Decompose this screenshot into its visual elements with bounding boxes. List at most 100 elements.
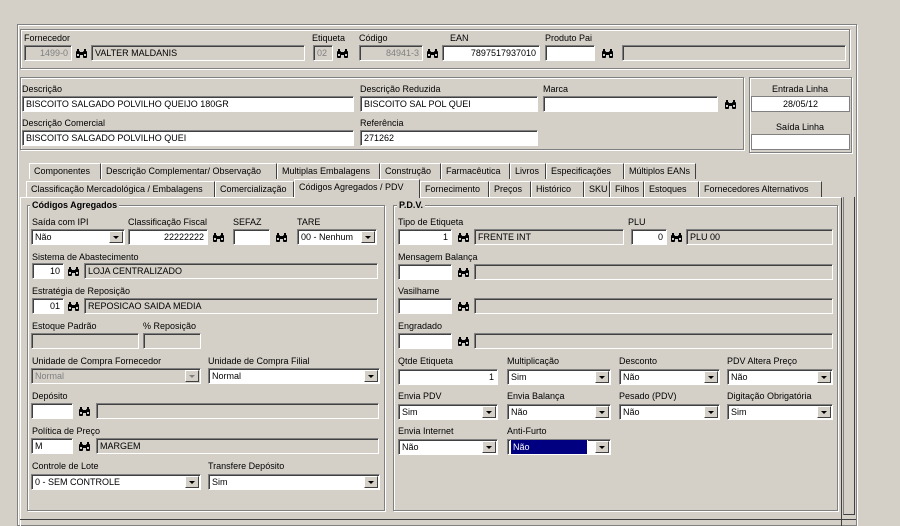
envia-internet-label: Envia Internet: [398, 426, 454, 436]
tab-sku[interactable]: SKU: [584, 181, 610, 197]
tare-label: TARE: [297, 217, 321, 227]
qtde-etiqueta-field[interactable]: 1: [398, 369, 498, 385]
sistema-abastecimento-code-field[interactable]: 10: [32, 263, 64, 279]
tab-multiplos-eans[interactable]: Múltiplos EANs: [624, 163, 696, 179]
chevron-down-icon[interactable]: [364, 476, 378, 488]
classificacao-fiscal-search-button[interactable]: [210, 229, 226, 245]
controle-lote-select[interactable]: 0 - SEM CONTROLE: [31, 474, 201, 490]
classificacao-fiscal-field[interactable]: 22222222: [128, 229, 208, 245]
chevron-down-icon[interactable]: [185, 476, 199, 488]
descricao-reduzida-field[interactable]: BISCOITO SAL POL QUEI: [360, 96, 538, 112]
tab-descricao-complementar-observacao[interactable]: Descrição Complementar/ Observação: [101, 163, 277, 179]
engradado-label: Engradado: [398, 321, 443, 331]
etiqueta-search-button[interactable]: [334, 45, 350, 61]
produto-pai-search-button[interactable]: [599, 45, 615, 61]
politica-preco-search-button[interactable]: [76, 438, 92, 454]
tipo-etiqueta-code-field[interactable]: 1: [398, 229, 452, 245]
chevron-down-icon[interactable]: [482, 441, 496, 453]
tab-filhos[interactable]: Filhos: [610, 181, 644, 197]
controle-lote-value: 0 - SEM CONTROLE: [35, 477, 121, 487]
tab-construcao[interactable]: Construção: [380, 163, 441, 179]
descricao-field[interactable]: BISCOITO SALGADO POLVILHO QUEIJO 180GR: [22, 96, 354, 112]
engradado-search-button[interactable]: [455, 333, 471, 349]
tab-page-scrollbar[interactable]: [843, 197, 855, 515]
tab-componentes[interactable]: Componentes: [29, 163, 101, 179]
desconto-select[interactable]: Não: [619, 369, 720, 385]
tab-farmaceutica[interactable]: Farmacêutica: [441, 163, 510, 179]
tare-select[interactable]: 00 - Nenhum: [297, 229, 377, 245]
etiqueta-field[interactable]: 02: [313, 45, 333, 61]
envia-internet-select[interactable]: Não: [398, 439, 498, 455]
estrategia-reposicao-search-button[interactable]: [65, 298, 81, 314]
vasilhame-code-field[interactable]: [398, 298, 452, 314]
produto-pai-field[interactable]: [545, 45, 595, 61]
ean-field[interactable]: 7897517937010: [442, 45, 540, 61]
plu-search-button[interactable]: [668, 229, 684, 245]
binoculars-icon: [457, 336, 470, 347]
unidade-compra-filial-select[interactable]: Normal: [208, 368, 380, 384]
descricao-comercial-field[interactable]: BISCOITO SALGADO POLVILHO QUEI: [22, 130, 354, 146]
estoque-padrao-label: Estoque Padrão: [32, 321, 97, 331]
chevron-down-icon[interactable]: [595, 441, 609, 453]
tab-codigos-agregados-pdv[interactable]: Códigos Agregados / PDV: [294, 179, 420, 198]
sefaz-field[interactable]: [233, 229, 270, 245]
chevron-down-icon[interactable]: [109, 231, 123, 243]
tab-fornecimento[interactable]: Fornecimento: [420, 181, 489, 197]
pct-reposicao-field[interactable]: [143, 333, 201, 349]
tipo-etiqueta-search-button[interactable]: [455, 229, 471, 245]
chevron-down-icon[interactable]: [704, 371, 718, 383]
tab-comercializacao[interactable]: Comercialização: [215, 181, 294, 197]
tab-livros[interactable]: Livros: [510, 163, 546, 179]
politica-preco-code-field[interactable]: M: [31, 438, 73, 454]
deposito-code-field[interactable]: [31, 403, 73, 419]
envia-balanca-select[interactable]: Não: [507, 404, 611, 420]
marca-search-button[interactable]: [722, 96, 738, 112]
tab-estoques[interactable]: Estoques: [644, 181, 699, 197]
binoculars-icon: [457, 232, 470, 243]
chevron-down-icon[interactable]: [361, 231, 375, 243]
marca-label: Marca: [543, 84, 569, 94]
engradado-code-field[interactable]: [398, 333, 452, 349]
chevron-down-icon[interactable]: [185, 370, 199, 382]
tab-classificacao-mercadologica-embalagens[interactable]: Classificação Mercadológica / Embalagens: [26, 181, 215, 197]
digitacao-obrigatoria-select[interactable]: Sim: [727, 404, 833, 420]
codigo-field[interactable]: 84941-3: [359, 45, 423, 61]
chevron-down-icon[interactable]: [364, 370, 378, 382]
tab-historico[interactable]: Histórico: [531, 181, 584, 197]
estoque-padrao-field[interactable]: [31, 333, 139, 349]
sistema-abastecimento-search-button[interactable]: [65, 263, 81, 279]
chevron-down-icon[interactable]: [482, 406, 496, 418]
pdv-altera-preco-select[interactable]: Não: [727, 369, 833, 385]
chevron-down-icon[interactable]: [595, 406, 609, 418]
chevron-down-icon[interactable]: [595, 371, 609, 383]
tab-precos[interactable]: Preços: [489, 181, 531, 197]
sefaz-search-button[interactable]: [273, 229, 289, 245]
chevron-down-icon[interactable]: [817, 371, 831, 383]
multiplicacao-select[interactable]: Sim: [507, 369, 611, 385]
codigo-search-button[interactable]: [424, 45, 440, 61]
deposito-search-button[interactable]: [76, 403, 92, 419]
anti-furto-select[interactable]: Não: [507, 439, 611, 455]
transfere-deposito-select[interactable]: Sim: [208, 474, 380, 490]
unidade-compra-fornecedor-select[interactable]: Normal: [31, 368, 201, 384]
marca-field[interactable]: [543, 96, 718, 112]
mensagem-balanca-search-button[interactable]: [455, 264, 471, 280]
estrategia-reposicao-code-field[interactable]: 01: [32, 298, 64, 314]
multiplicacao-label: Multiplicação: [507, 356, 560, 366]
referencia-field[interactable]: 271262: [360, 130, 538, 146]
vasilhame-search-button[interactable]: [455, 298, 471, 314]
mensagem-balanca-code-field[interactable]: [398, 264, 452, 280]
tab-multiplas-embalagens[interactable]: Multiplas Embalagens: [277, 163, 380, 179]
pesado-select[interactable]: Não: [619, 404, 720, 420]
plu-code-field[interactable]: 0: [631, 229, 667, 245]
tab-fornecedores-alternativos[interactable]: Fornecedores Alternativos: [699, 181, 822, 197]
chevron-down-icon[interactable]: [704, 406, 718, 418]
tab-especificacoes[interactable]: Especificações: [546, 163, 624, 179]
saida-linha-value: [751, 134, 850, 150]
saida-ipi-select[interactable]: Não: [31, 229, 125, 245]
fornecedor-search-button[interactable]: [73, 45, 89, 61]
chevron-down-icon[interactable]: [817, 406, 831, 418]
fornecedor-code-field[interactable]: 1499-0: [24, 45, 72, 61]
envia-pdv-select[interactable]: Sim: [398, 404, 498, 420]
deposito-label: Depósito: [32, 391, 68, 401]
